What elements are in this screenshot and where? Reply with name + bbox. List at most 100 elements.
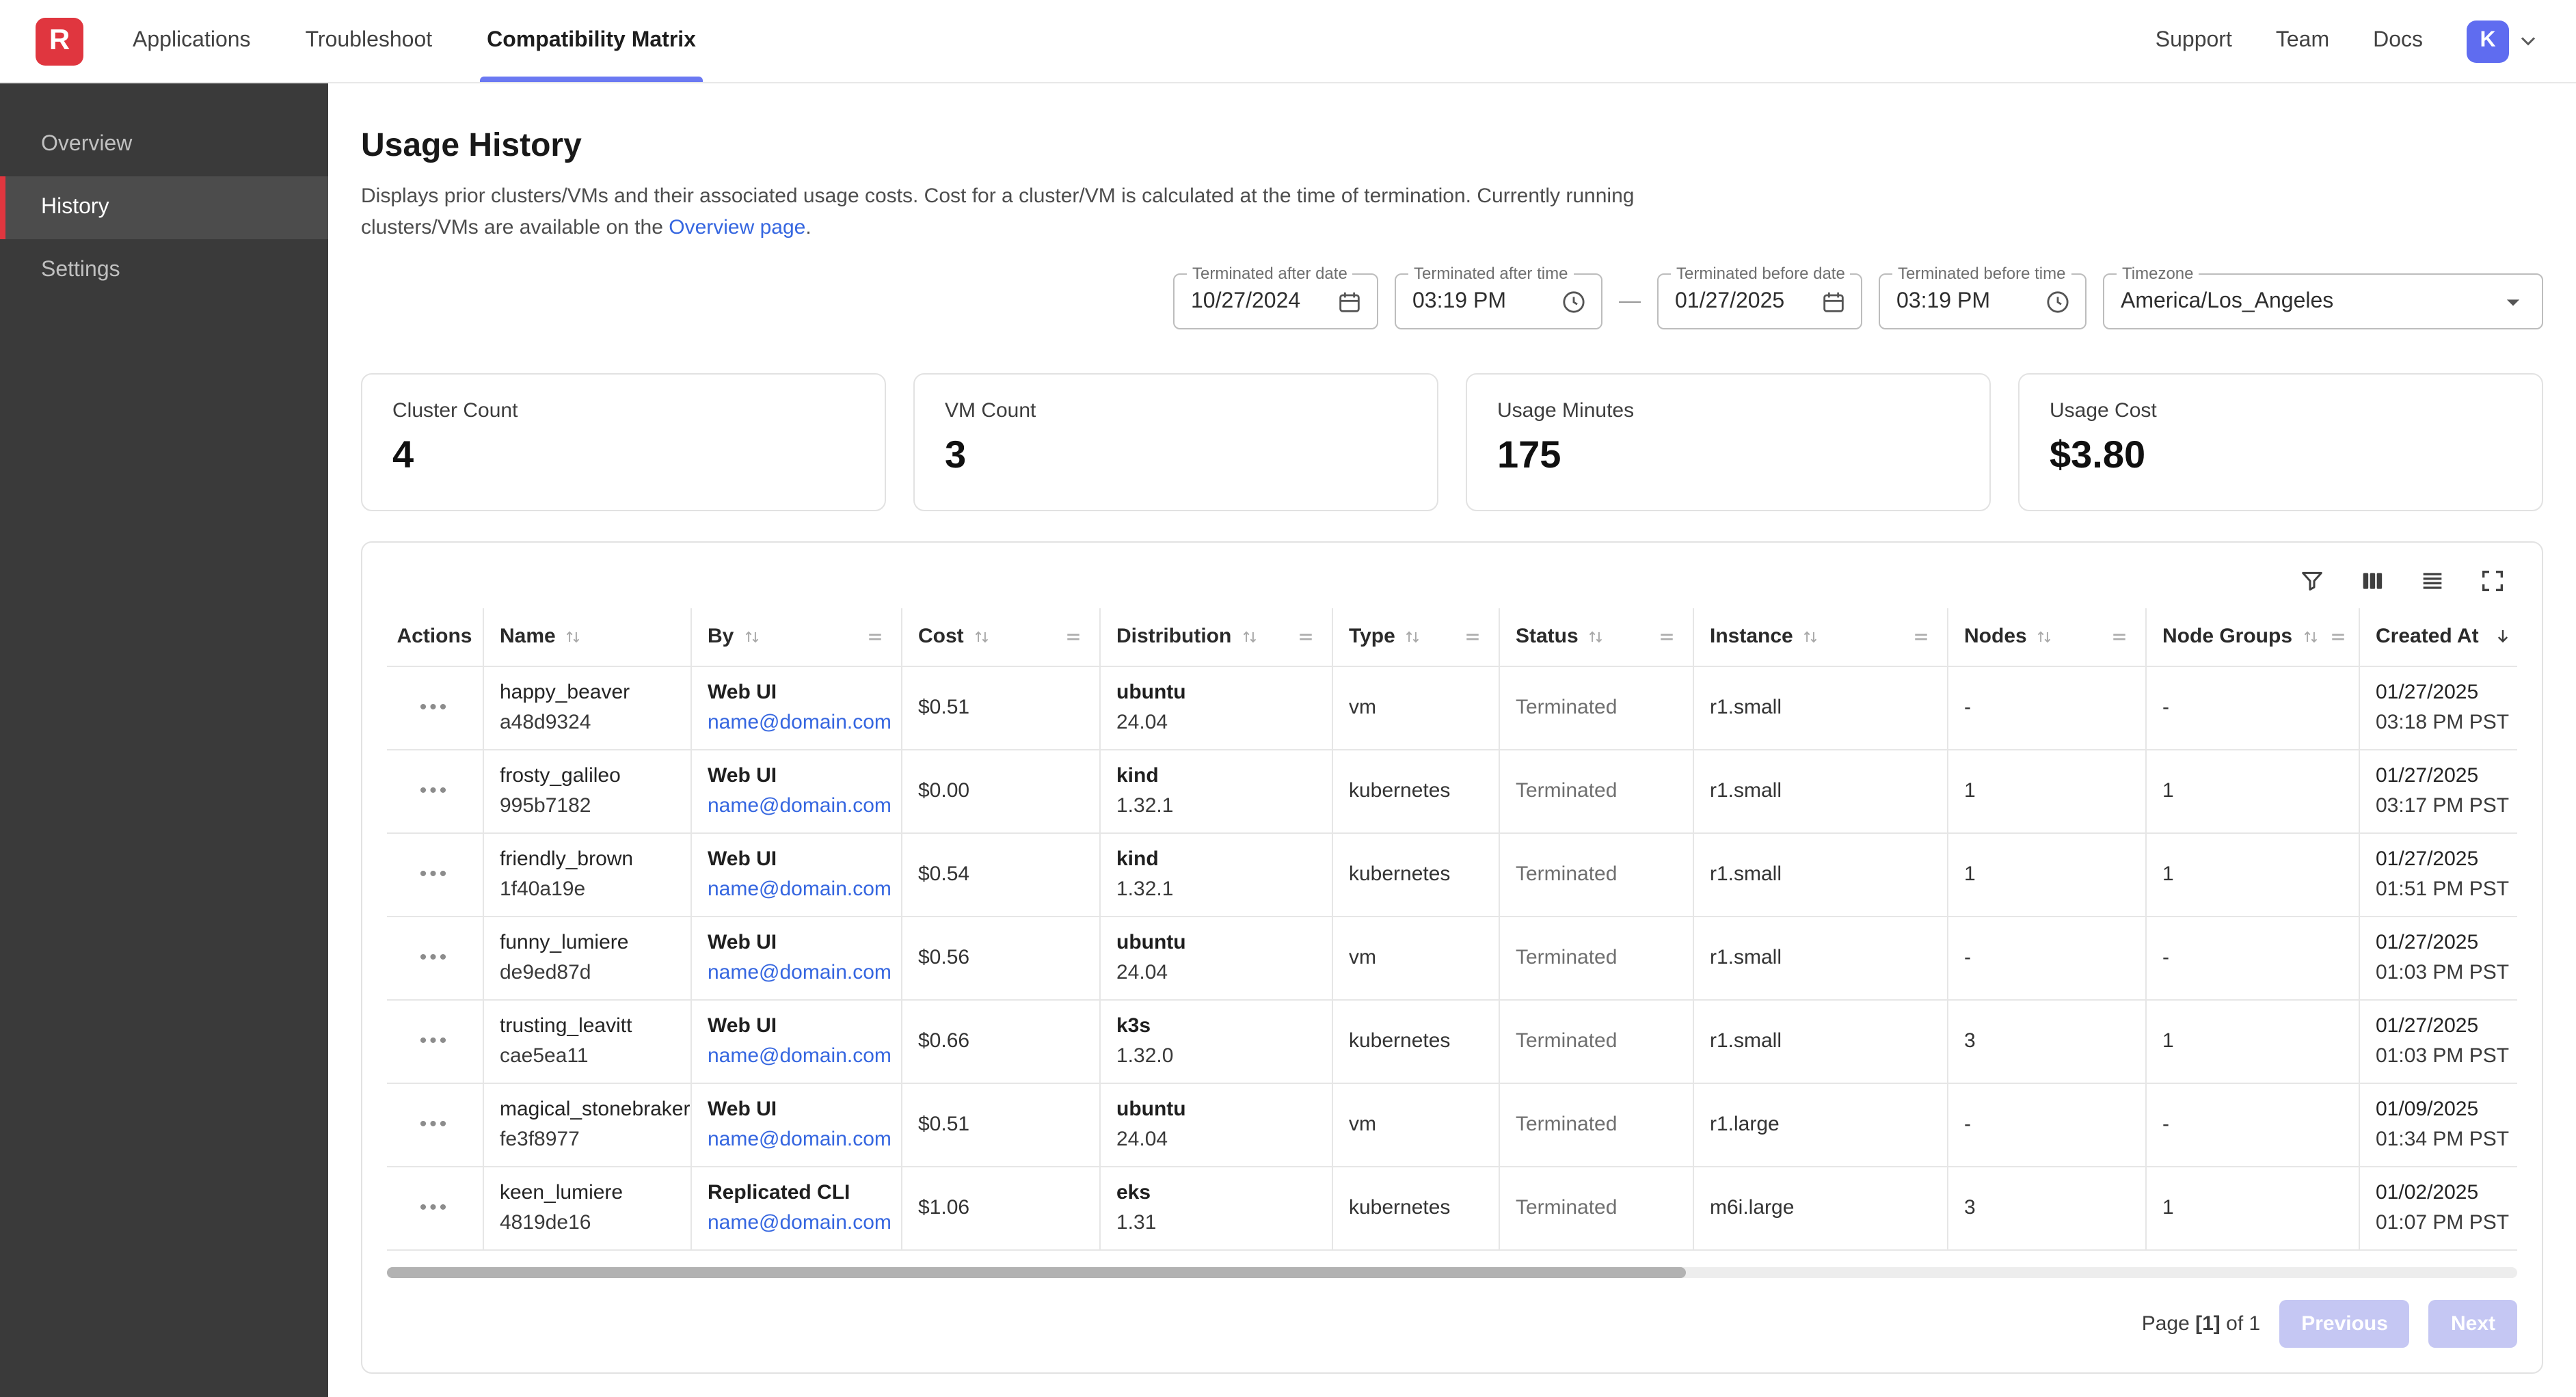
team-link[interactable]: Team [2276, 29, 2329, 53]
cell-type: kubernetes [1332, 999, 1499, 1083]
sidebar-item-settings[interactable]: Settings [0, 239, 328, 302]
column-header-by[interactable]: By [690, 608, 901, 666]
chevron-down-icon [2516, 29, 2540, 53]
creator-email-link[interactable]: name@domain.com [708, 876, 884, 903]
timezone-select[interactable]: Timezone America/Los_Angeles [2103, 273, 2543, 329]
column-resize-handle[interactable] [1296, 627, 1315, 647]
row-actions-button[interactable]: ••• [387, 832, 483, 916]
page-current: [1] [2195, 1312, 2221, 1335]
cell-nodes: 1 [1947, 749, 2145, 832]
column-resize-handle[interactable] [2328, 627, 2347, 647]
column-header-created-at[interactable]: Created At [2359, 608, 2517, 666]
cell-instance: r1.small [1693, 916, 1947, 999]
scrollbar-thumb[interactable] [387, 1266, 1687, 1277]
cell-type: kubernetes [1332, 832, 1499, 916]
tab-applications[interactable]: Applications [133, 0, 251, 82]
row-actions-button[interactable]: ••• [387, 999, 483, 1083]
clock-icon[interactable] [2033, 288, 2071, 315]
sort-icon [972, 627, 991, 647]
fullscreen-icon[interactable] [2479, 567, 2506, 595]
created-date: 01/27/2025 [2376, 679, 2501, 706]
column-label: By [708, 625, 734, 649]
terminated-after-date-input[interactable]: Terminated after date 10/27/2024 [1173, 273, 1378, 329]
usage-history-table: Actions Name By [387, 608, 2517, 1250]
distribution-name: kind [1116, 845, 1315, 873]
column-label: Created At [2376, 625, 2479, 649]
column-header-type[interactable]: Type [1332, 608, 1499, 666]
row-actions-button[interactable]: ••• [387, 1166, 483, 1249]
page-description: Displays prior clusters/VMs and their as… [361, 182, 1667, 243]
column-header-status[interactable]: Status [1499, 608, 1693, 666]
column-header-nodes[interactable]: Nodes [1947, 608, 2145, 666]
cell-instance: r1.small [1693, 999, 1947, 1083]
stat-value: 3 [945, 433, 1407, 477]
column-header-name[interactable]: Name [483, 608, 690, 666]
previous-button[interactable]: Previous [2279, 1299, 2410, 1347]
sort-icon [742, 627, 761, 647]
cell-status: Terminated [1499, 1083, 1693, 1166]
sort-icon [564, 627, 583, 647]
column-header-node-groups[interactable]: Node Groups [2145, 608, 2359, 666]
cell-cost: $1.06 [901, 1166, 1099, 1249]
clock-icon[interactable] [1549, 288, 1587, 315]
tab-troubleshoot[interactable]: Troubleshoot [306, 0, 433, 82]
cell-created-at: 01/27/202503:18 PM PST [2359, 666, 2517, 749]
sidebar-item-history[interactable]: History [0, 176, 328, 239]
stat-value: $3.80 [2050, 433, 2512, 477]
distribution-name: kind [1116, 762, 1315, 789]
creator-email-link[interactable]: name@domain.com [708, 792, 884, 819]
filter-icon[interactable] [2298, 567, 2326, 595]
row-actions-button[interactable]: ••• [387, 1083, 483, 1166]
column-resize-handle[interactable] [1656, 627, 1676, 647]
column-resize-handle[interactable] [1911, 627, 1930, 647]
density-icon[interactable] [2419, 567, 2446, 595]
terminated-before-date-input[interactable]: Terminated before date 01/27/2025 [1657, 273, 1862, 329]
creator-email-link[interactable]: name@domain.com [708, 959, 884, 986]
stat-label: Usage Cost [2050, 399, 2512, 422]
columns-icon[interactable] [2359, 567, 2386, 595]
cell-created-at: 01/27/202501:03 PM PST [2359, 916, 2517, 999]
column-header-distribution[interactable]: Distribution [1099, 608, 1332, 666]
creator-email-link[interactable]: name@domain.com [708, 1209, 884, 1236]
column-header-instance[interactable]: Instance [1693, 608, 1947, 666]
horizontal-scrollbar[interactable] [387, 1266, 2517, 1277]
cell-distribution: kind1.32.1 [1099, 832, 1332, 916]
docs-link[interactable]: Docs [2373, 29, 2423, 53]
calendar-icon[interactable] [1809, 288, 1847, 315]
overview-page-link[interactable]: Overview page [669, 215, 805, 239]
row-actions-button[interactable]: ••• [387, 749, 483, 832]
column-label: Instance [1710, 625, 1793, 649]
account-menu[interactable]: K [2467, 20, 2540, 62]
brand-logo[interactable]: R [36, 17, 83, 65]
terminated-before-time-input[interactable]: Terminated before time 03:19 PM [1879, 273, 2087, 329]
cluster-id: a48d9324 [500, 709, 673, 736]
cell-node-groups: 1 [2145, 1166, 2359, 1249]
row-actions-button[interactable]: ••• [387, 916, 483, 999]
cell-by: Web UIname@domain.com [690, 832, 901, 916]
stat-cluster-count: Cluster Count 4 [361, 373, 886, 511]
creator-email-link[interactable]: name@domain.com [708, 1042, 884, 1070]
cell-type: vm [1332, 666, 1499, 749]
terminated-after-time-input[interactable]: Terminated after time 03:19 PM [1395, 273, 1602, 329]
tab-compatibility-matrix[interactable]: Compatibility Matrix [487, 0, 696, 82]
distribution-version: 1.31 [1116, 1209, 1315, 1236]
sidebar-item-overview[interactable]: Overview [0, 113, 328, 176]
table-row: ••• frosty_galileo995b7182 Web UIname@do… [387, 749, 2517, 832]
creator-email-link[interactable]: name@domain.com [708, 1126, 884, 1153]
creator-email-link[interactable]: name@domain.com [708, 709, 884, 736]
cell-type: vm [1332, 916, 1499, 999]
column-header-cost[interactable]: Cost [901, 608, 1099, 666]
column-resize-handle[interactable] [865, 627, 884, 647]
support-link[interactable]: Support [2156, 29, 2232, 53]
created-time: 01:07 PM PST [2376, 1209, 2501, 1236]
cell-nodes: - [1947, 916, 2145, 999]
cluster-name: keen_lumiere [500, 1179, 673, 1206]
column-resize-handle[interactable] [2109, 627, 2128, 647]
calendar-icon[interactable] [1325, 288, 1363, 315]
column-header-actions: Actions [387, 608, 483, 666]
next-button[interactable]: Next [2429, 1299, 2517, 1347]
terminated-after-time-value: 03:19 PM [1412, 289, 1506, 314]
column-resize-handle[interactable] [1462, 627, 1481, 647]
column-resize-handle[interactable] [1063, 627, 1082, 647]
row-actions-button[interactable]: ••• [387, 666, 483, 749]
